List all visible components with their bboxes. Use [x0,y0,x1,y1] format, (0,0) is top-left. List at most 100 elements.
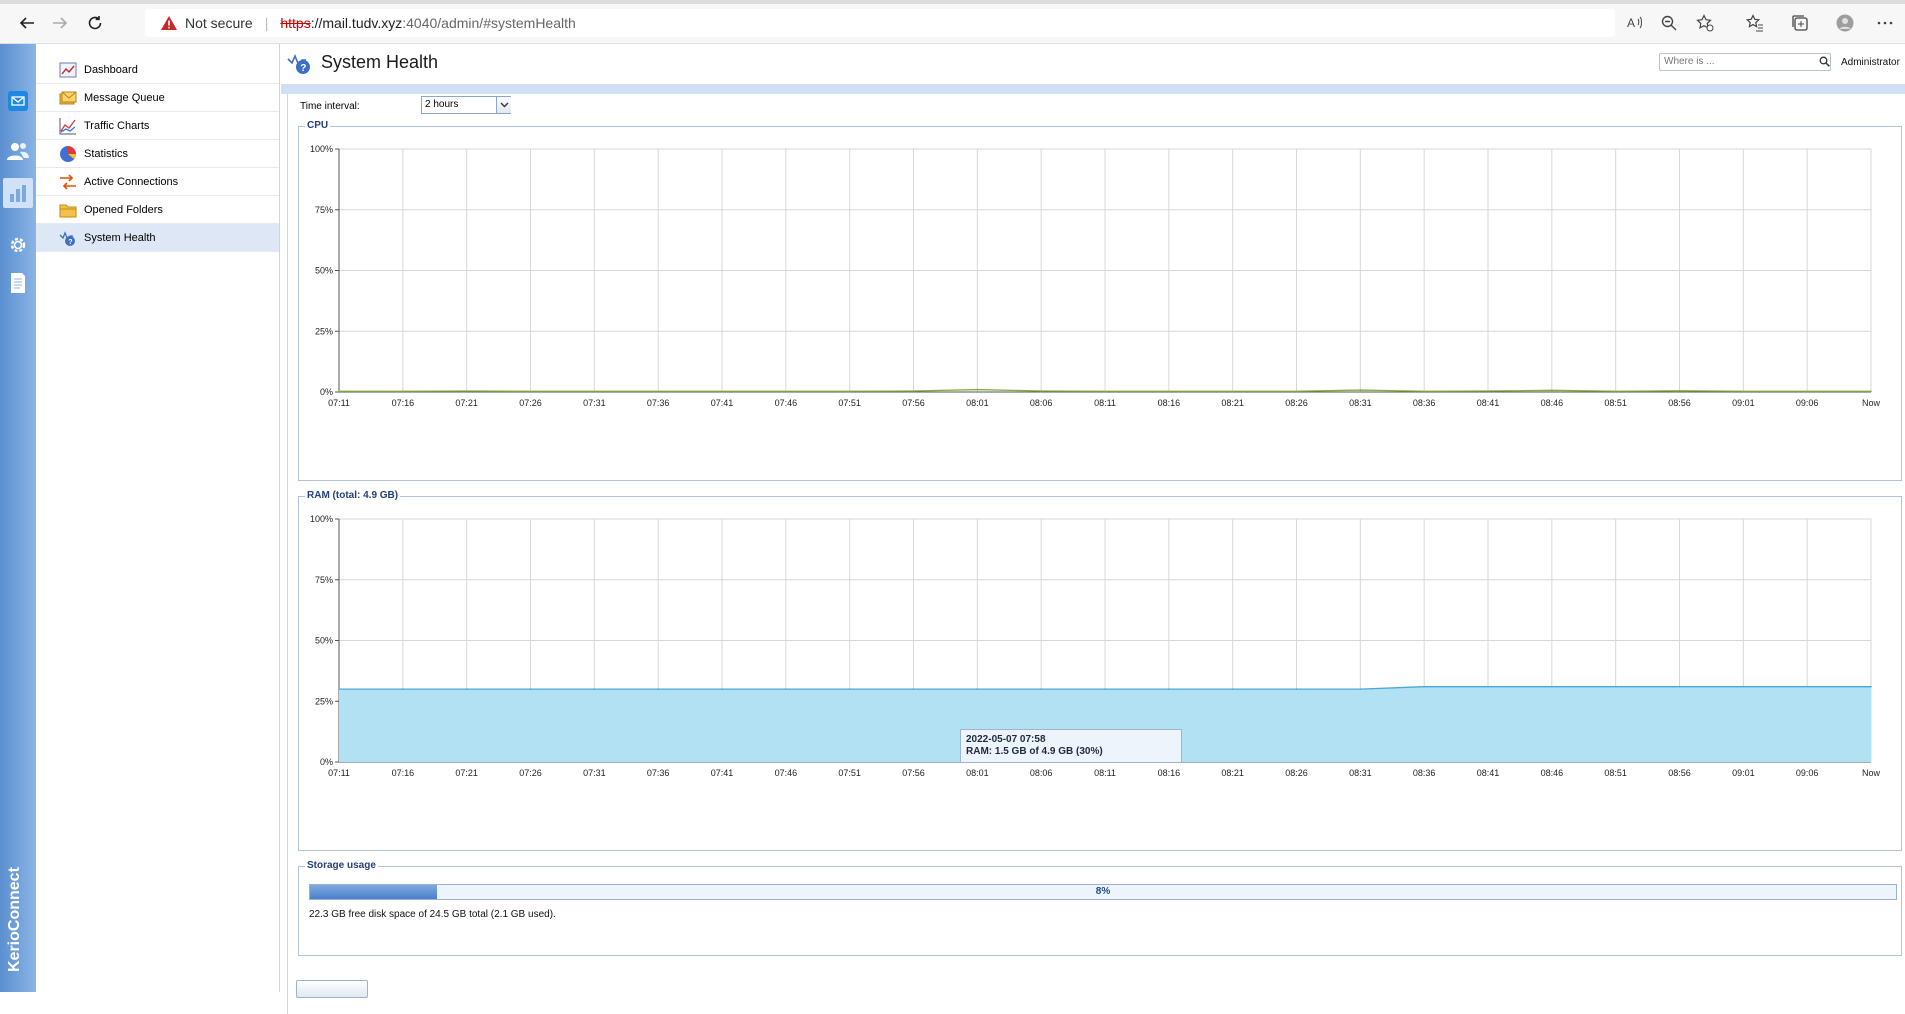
data-point [1551,389,1553,392]
x-tick-label: 08:36 [1413,768,1436,778]
x-tick-label: 07:51 [838,768,861,778]
refresh-button[interactable] [80,10,110,36]
data-point [1870,685,1872,688]
data-point [529,688,532,690]
sidebar-item-label: Opened Folders [84,203,163,216]
sidebar-item-label: Active Connections [84,175,179,188]
time-interval-dropdown[interactable] [496,97,511,113]
y-tick-label: 75% [315,575,333,585]
x-tick-label: 07:56 [902,398,925,408]
security-label[interactable]: Not secure [185,15,253,31]
sidebar-item-message-queue[interactable]: Message Queue [36,84,279,112]
header-divider [281,84,1905,94]
x-tick-label: Now [1862,398,1881,408]
back-arrow-icon [19,17,34,29]
x-tick-label: 08:46 [1541,768,1564,778]
data-point [1295,688,1298,690]
sidebar-item-dashboard[interactable]: Dashboard [36,56,279,84]
sidebar-item-system-health[interactable]: ? System Health [36,224,279,252]
statistics-icon [60,145,76,162]
collections-button[interactable] [1787,12,1813,34]
data-point [1423,685,1425,688]
sidebar-item-label: Traffic Charts [84,119,150,132]
sidebar-item-traffic-charts[interactable]: Traffic Charts [36,112,279,140]
data-point [1168,688,1170,690]
search-input[interactable]: Where is ... [1659,53,1831,71]
svg-text:?: ? [300,63,306,74]
browser-toolbar: Not secure | https://mail.tudv.xyz:4040/… [0,0,1905,44]
y-tick-label: 25% [315,326,333,336]
zoom-out-icon [1661,15,1677,31]
x-tick-label: 07:11 [328,768,350,778]
strip-mail[interactable] [3,86,33,116]
x-tick-label: 07:16 [392,398,415,408]
x-tick-label: 08:46 [1541,398,1564,408]
profile-button[interactable] [1832,12,1858,34]
data-point [402,390,404,393]
x-tick-label: 07:36 [647,768,670,778]
warning-icon [161,16,177,30]
sidebar-item-active-connections[interactable]: Active Connections [36,168,279,196]
data-point [402,688,404,690]
mail-icon [8,91,28,111]
back-button[interactable] [12,10,42,36]
zoom-button[interactable] [1656,12,1682,34]
sidebar-item-opened-folders[interactable]: Opened Folders [36,196,279,224]
add-favorite-button[interactable] [1692,12,1718,34]
favorites-list-icon [1746,14,1763,32]
url-host: ://mail.tudv.xyz [310,15,403,31]
settings-menu-button[interactable] [1872,12,1898,34]
storage-panel: Storage usage 8% 22.3 GB free disk space… [298,860,1902,956]
data-point [848,390,851,393]
favorites-button[interactable] [1742,12,1768,34]
y-tick-label: 100% [310,144,333,154]
collections-icon [1792,15,1808,31]
data-point [976,688,979,690]
data-point [1231,390,1234,393]
strip-logs[interactable] [3,268,33,298]
x-tick-label: 08:36 [1413,398,1436,408]
data-point [657,688,659,690]
gear-icon [10,237,26,253]
status-chart-icon [10,185,26,202]
tasks-button[interactable] [296,980,368,998]
logs-icon [11,273,25,293]
strip-configuration[interactable] [3,230,33,260]
y-tick-label: 75% [315,205,333,215]
x-tick-label: 08:11 [1094,398,1116,408]
data-point [529,390,532,393]
data-point [593,390,596,393]
system-health-icon: ? [287,53,310,74]
x-tick-label: 09:06 [1796,398,1819,408]
sidebar-item-statistics[interactable]: Statistics [36,140,279,168]
read-aloud-button[interactable]: A [1622,12,1648,34]
x-tick-label: 09:01 [1732,398,1755,408]
x-tick-label: 09:01 [1732,768,1755,778]
forward-button[interactable] [45,10,75,36]
data-point [1551,685,1553,688]
user-menu[interactable]: Administrator [1841,57,1900,68]
active-connections-icon [60,173,76,190]
url-path: :4040/admin/#systemHealth [402,15,576,31]
x-tick-label: 08:51 [1604,398,1627,408]
data-point [721,688,723,690]
data-point [912,688,915,690]
strip-status[interactable] [3,178,33,208]
x-tick-label: 07:36 [647,398,670,408]
x-tick-label: 08:41 [1477,768,1500,778]
ram-tooltip: 2022-05-07 07:58 RAM: 1.5 GB of 4.9 GB (… [960,729,1182,763]
strip-users[interactable] [3,136,33,166]
data-point [912,390,915,392]
search-icon[interactable] [1819,56,1830,67]
data-point [1359,389,1362,391]
data-point [721,390,723,393]
x-tick-label: 08:21 [1221,398,1244,408]
data-point [785,390,787,393]
data-point [1614,390,1617,393]
data-point [338,688,340,690]
cpu-chart: 100% 75% 50% 25% 0%07:11 07:16 07:21 07:26 07:31… [310,144,1881,408]
address-bar[interactable]: Not secure | https://mail.tudv.xyz:4040/… [145,9,1615,37]
x-tick-label: 08:06 [1030,398,1053,408]
data-point [1806,390,1808,393]
forward-arrow-icon [53,17,68,29]
